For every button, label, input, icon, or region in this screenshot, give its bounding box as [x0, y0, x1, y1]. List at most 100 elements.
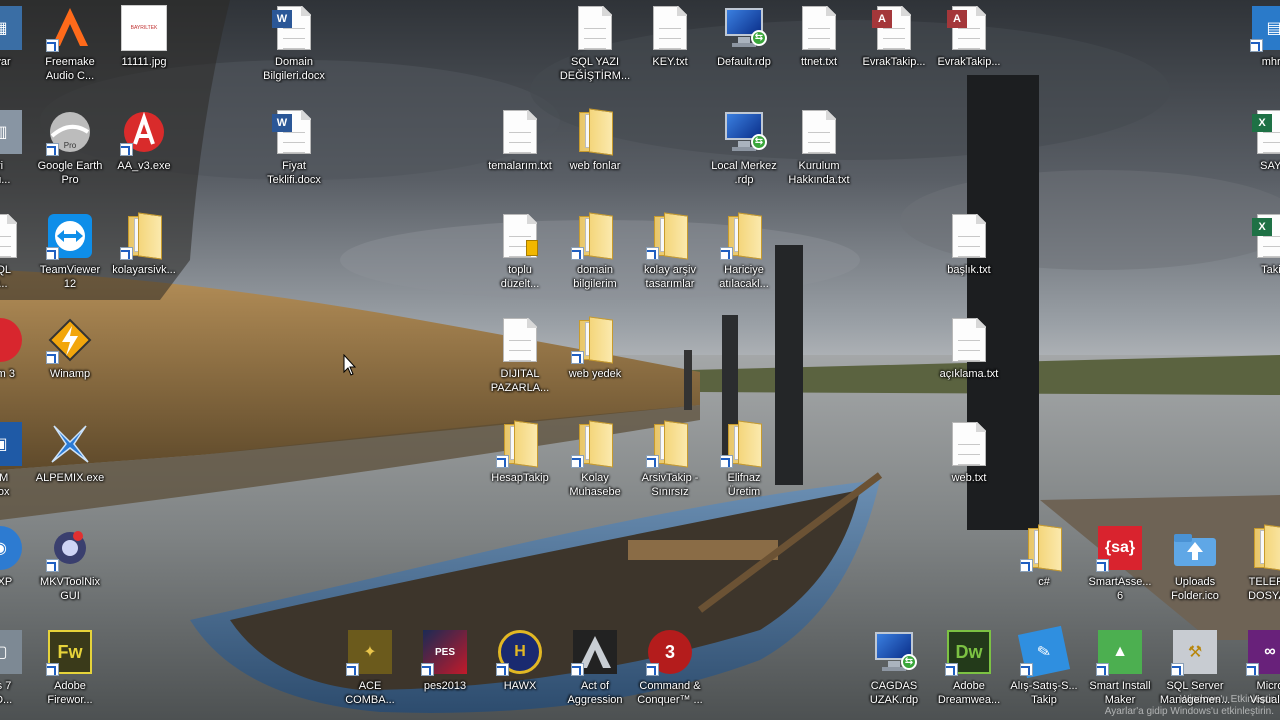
upload-folder-icon — [1171, 524, 1219, 572]
ace-combat-icon: ✦ — [346, 628, 394, 676]
desktop-icon-google-earth[interactable]: Pro Google Earth Pro — [32, 108, 108, 187]
folder-icon — [571, 420, 619, 468]
shortcut-arrow-icon — [945, 663, 958, 676]
desktop-icon-smartassembly[interactable]: {sa} SmartAsse... 6 — [1082, 524, 1158, 603]
shortcut-arrow-icon — [1096, 559, 1109, 572]
desktop-icon-alis-satis[interactable]: ✎ Alış-Satış-S... Takip — [1006, 625, 1082, 707]
desktop-icon-evraktakip-2[interactable]: A EvrakTakip... — [931, 4, 1007, 69]
desktop-icon-dijital-pazarla[interactable]: DIJITAL PAZARLA... — [482, 316, 558, 395]
activation-line-1: Windows'u Etkinleştir — [1179, 694, 1274, 705]
desktop-icon-winamp[interactable]: Winamp — [32, 316, 108, 381]
camera-app-icon — [0, 316, 24, 364]
shortcut-arrow-icon — [46, 559, 59, 572]
folder-icon — [571, 212, 619, 260]
access-database-icon: A — [945, 4, 993, 52]
shortcut-arrow-icon — [1020, 663, 1033, 676]
desktop-icon-arsivtakip-sinirsiz[interactable]: ArsivTakip - Sınırsız — [632, 420, 708, 499]
pes-icon: PES — [421, 628, 469, 676]
desktop-icon-csharp[interactable]: c# — [1006, 524, 1082, 589]
desktop-icon-web-yedek[interactable]: web yedek — [557, 316, 633, 381]
shortcut-arrow-icon — [571, 351, 584, 364]
application-icon: ◉ — [0, 524, 24, 572]
desktop-icon-elifnaz-uretim[interactable]: Elifnaz Üretim — [706, 420, 782, 499]
desktop-icon-takip[interactable]: X Takip — [1236, 212, 1280, 277]
desktop-icon-aciklama-txt[interactable]: açıklama.txt — [931, 316, 1007, 381]
remote-desktop-icon: ⇆ — [870, 628, 918, 676]
desktop-icon-kolayarsivk[interactable]: kolayarsivk... — [106, 212, 182, 277]
shortcut-arrow-icon — [1246, 663, 1259, 676]
desktop-icon-mkvtoolnix[interactable]: MKVToolNix GUI — [32, 524, 108, 603]
desktop-icon-ace-combat[interactable]: ✦ ACE COMBA... — [332, 628, 408, 707]
desktop-icon-adobe-dreamweaver[interactable]: Dw Adobe Dreamwea... — [931, 628, 1007, 707]
shortcut-arrow-icon — [1250, 39, 1263, 52]
shortcut-arrow-icon — [571, 455, 584, 468]
desktop-icon-ttnet-txt[interactable]: ttnet.txt — [781, 4, 857, 69]
desktop-icon-domain-bilgilerim[interactable]: domain bilgilerim — [557, 212, 633, 291]
desktop-icon-act-of-aggression[interactable]: Act of Aggression — [557, 628, 633, 707]
batch-file-icon — [496, 212, 544, 260]
desktop-icon-teamviewer[interactable]: TeamViewer 12 — [32, 212, 108, 291]
desktop-icon-temalarim[interactable]: temalarım.txt — [482, 108, 558, 173]
shortcut-arrow-icon — [496, 455, 509, 468]
shortcut-arrow-icon — [646, 247, 659, 260]
desktop-icon-local-merkez[interactable]: ⇆ Local Merkez .rdp — [706, 108, 782, 187]
text-file-icon — [496, 108, 544, 156]
desktop-icon-kolay-arsiv-tasarimlar[interactable]: kolay arşiv tasarımlar — [632, 212, 708, 291]
shortcut-arrow-icon — [646, 455, 659, 468]
desktop-icon-evraktakip-1[interactable]: A EvrakTakip... — [856, 4, 932, 69]
word-document-icon: W — [270, 4, 318, 52]
excel-file-icon: X — [1250, 108, 1280, 156]
mouse-cursor-icon — [343, 354, 357, 376]
desktop-icon-toplu-duzelt[interactable]: toplu düzelt... — [482, 212, 558, 291]
freemake-icon — [46, 4, 94, 52]
desktop-icon-adobe-fireworks[interactable]: Fw Adobe Firewor... — [32, 628, 108, 707]
desktop-icon-cagdas-uzak[interactable]: ⇆ CAGDAS UZAK.rdp — [856, 628, 932, 707]
application-icon: ▤ — [1250, 4, 1280, 52]
desktop-icon-hawx[interactable]: H HAWX — [482, 628, 558, 693]
visual-studio-icon: ∞ — [1246, 628, 1280, 676]
sql-server-icon: ⚒ — [1171, 628, 1219, 676]
shortcut-arrow-icon — [120, 247, 133, 260]
remote-desktop-icon: ⇆ — [720, 108, 768, 156]
text-file-icon — [571, 4, 619, 52]
desktop-icon-saya[interactable]: X SAYA — [1236, 108, 1280, 173]
desktop-icon-sql-yazi[interactable]: SQL YAZI DEĞİŞTİRM... — [557, 4, 633, 83]
command-conquer-icon: 3 — [646, 628, 694, 676]
desktop-icon-domain-bilgileri[interactable]: W Domain Bilgileri.docx — [256, 4, 332, 83]
desktop-icon-default-rdp[interactable]: ⇆ Default.rdp — [706, 4, 782, 69]
word-document-icon: W — [270, 108, 318, 156]
desktop-icon-web-txt[interactable]: web.txt — [931, 420, 1007, 485]
desktop-icon-kurulum-hakkinda[interactable]: Kurulum Hakkında.txt — [781, 108, 857, 187]
smart-install-maker-icon: ▲ — [1096, 628, 1144, 676]
application-icon — [0, 212, 24, 260]
desktop-icon-aa-v3[interactable]: AA_v3.exe — [106, 108, 182, 173]
alis-satis-icon: ✎ — [1017, 625, 1071, 679]
desktop-icon-fiyat-teklifi[interactable]: W Fiyat Teklifi.docx — [256, 108, 332, 187]
svg-text:Pro: Pro — [64, 141, 77, 150]
desktop-icon-mhrs[interactable]: ▤ mhrs — [1236, 4, 1280, 69]
desktop-icon-11111-jpg[interactable]: BAYRILTEK 11111.jpg — [106, 4, 182, 69]
folder-icon — [720, 212, 768, 260]
folder-icon — [496, 420, 544, 468]
desktop-icon-uploads-folder[interactable]: Uploads Folder.ico — [1157, 524, 1233, 603]
desktop-icon-web-fonlar[interactable]: web fonlar — [557, 108, 633, 173]
desktop-icon-kolay-muhasebe[interactable]: Kolay Muhasebe — [557, 420, 633, 499]
desktop-icon-pes2013[interactable]: PES pes2013 — [407, 628, 483, 693]
shortcut-arrow-icon — [46, 143, 59, 156]
desktop-icon-baslik-txt[interactable]: başlık.txt — [931, 212, 1007, 277]
shortcut-arrow-icon — [720, 247, 733, 260]
ammyy-admin-icon — [120, 108, 168, 156]
desktop-icon-command-conquer[interactable]: 3 Command & Conquer™ ... — [632, 628, 708, 707]
desktop-icon-alpemix[interactable]: ALPEMIX.exe — [32, 420, 108, 485]
desktop-icon-hariciye[interactable]: Hariciye atılacakl... — [706, 212, 782, 291]
desktop-icon-hesaptakip[interactable]: HesapTakip — [482, 420, 558, 485]
text-file-icon — [945, 316, 993, 364]
text-file-icon — [945, 420, 993, 468]
desktop-icon-freemake[interactable]: Freemake Audio C... — [32, 4, 108, 83]
mkvtoolnix-icon — [46, 524, 94, 572]
desktop-icon-telefon-dosya[interactable]: TELEFO DOSYAL — [1232, 524, 1280, 603]
shortcut-arrow-icon — [720, 455, 733, 468]
windows-activation-watermark: Windows'u Etkinleştir Ayarlar'a gidip Wi… — [1105, 694, 1274, 718]
folder-icon — [646, 212, 694, 260]
desktop-icon-key-txt[interactable]: KEY.txt — [632, 4, 708, 69]
